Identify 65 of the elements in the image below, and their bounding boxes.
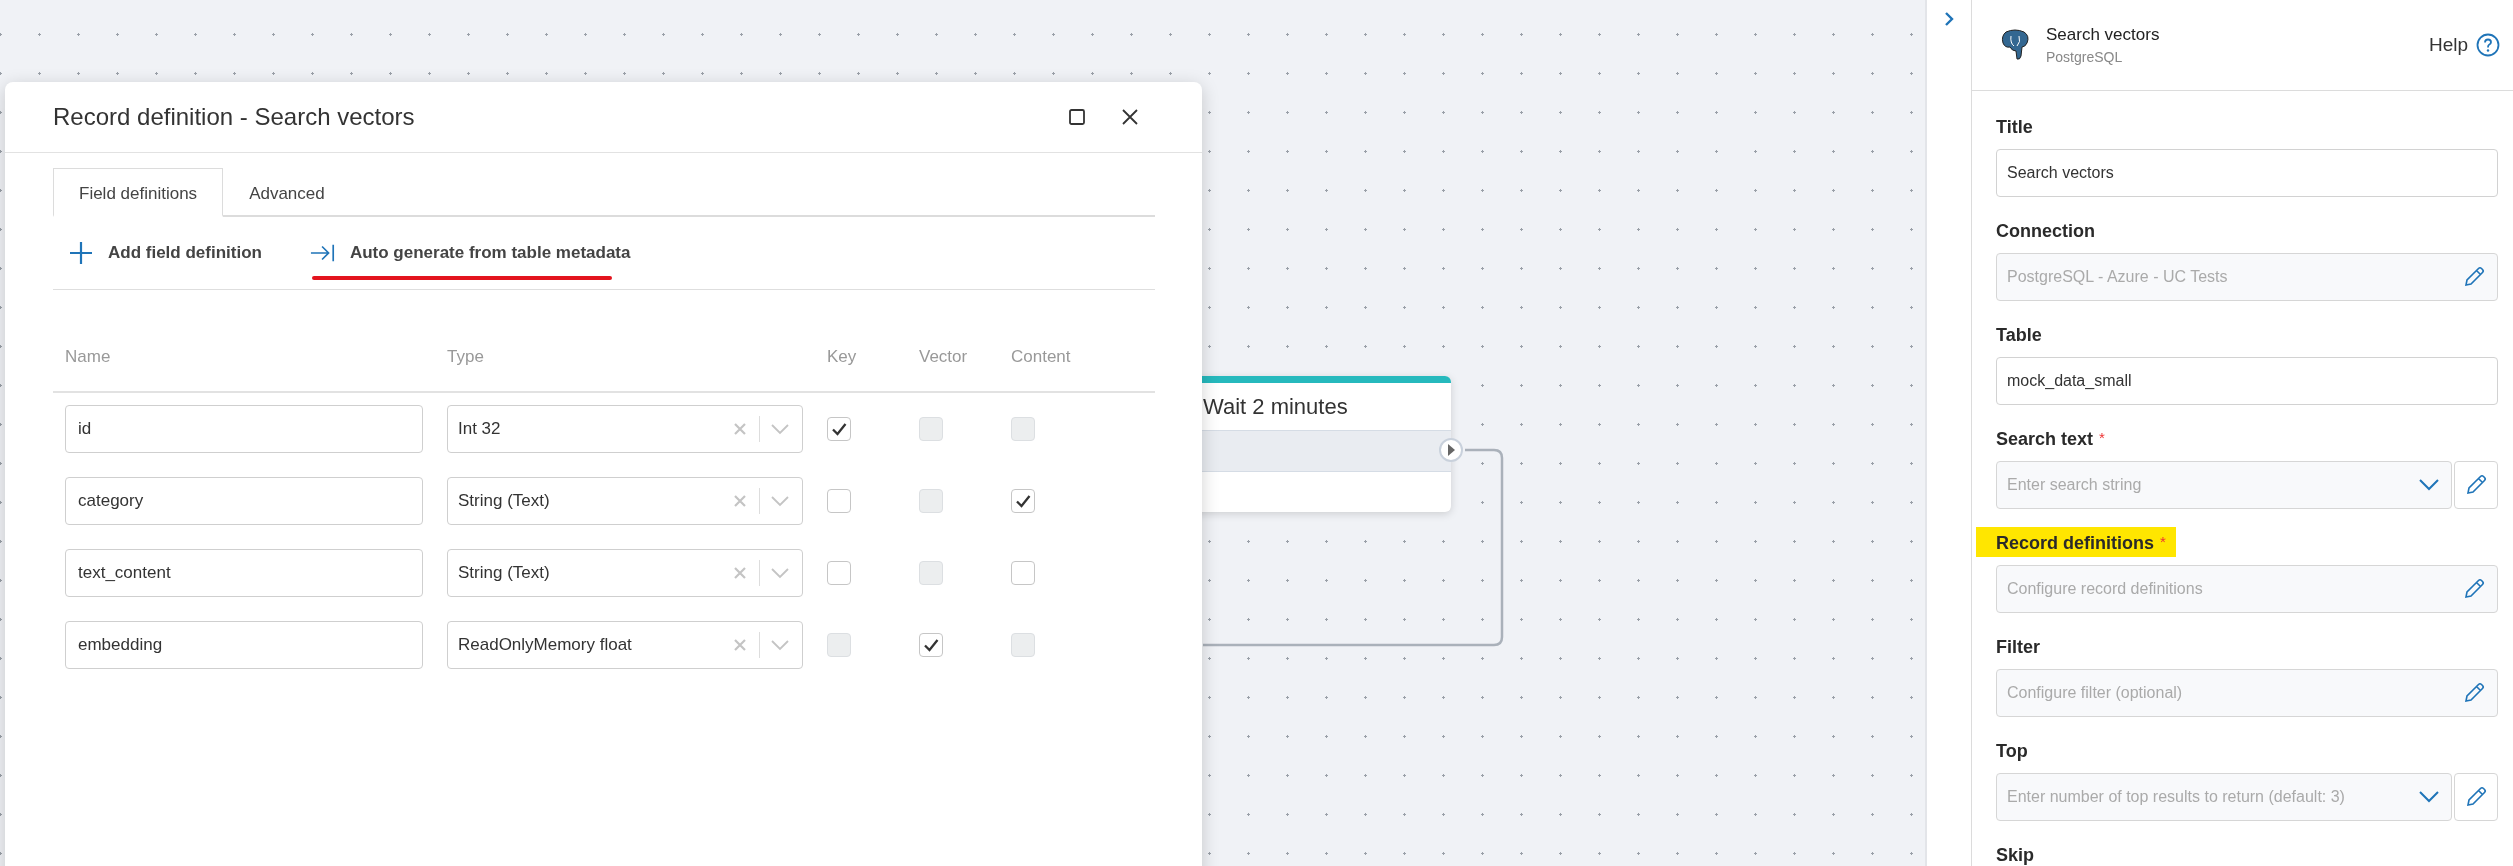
checkbox[interactable] [1011,489,1035,513]
help-icon [2476,33,2500,57]
type-select[interactable]: String (Text) [447,477,803,525]
close-icon[interactable] [1120,107,1140,127]
name-input[interactable]: id [65,405,423,453]
pencil-icon[interactable] [2462,577,2486,601]
elephant-icon [2000,29,2030,61]
node-type: PostgreSQL [2046,49,2124,65]
output-port-icon[interactable] [1438,437,1464,463]
node-title: Wait 2 minutes [1202,393,1349,421]
name-input[interactable]: embedding [65,621,423,669]
edit-button[interactable] [2454,461,2498,509]
field-label: Title [1996,117,2033,138]
readonly-field[interactable]: PostgreSQL - Azure - UC Tests [1996,253,2498,301]
maximize-icon[interactable] [1067,107,1087,127]
pencil-icon[interactable] [2462,681,2486,705]
auto-generate-button[interactable]: Auto generate from table metadata [309,240,631,266]
edit-button[interactable] [2454,773,2498,821]
checkbox[interactable] [919,633,943,657]
checkbox[interactable] [1011,561,1035,585]
pencil-icon [2464,785,2488,809]
readonly-field[interactable]: Configure filter (optional) [1996,669,2498,717]
field-label: Top [1996,741,2028,762]
tab[interactable]: Advanced [223,170,351,217]
add-field-button[interactable]: Add field definition [68,240,262,266]
checkbox[interactable] [827,417,851,441]
required-mark: * [2099,429,2105,446]
field-label: Table [1996,325,2042,346]
dialog-title: Record definition - Search vectors [53,103,416,131]
dropdown-field[interactable]: Enter search string [1996,461,2452,509]
pencil-icon [2464,473,2488,497]
field-label: Skip [1996,845,2034,866]
field-label: Record definitions [1996,533,2154,554]
type-select[interactable]: ReadOnlyMemory float [447,621,803,669]
column-header: Type [446,347,485,367]
clear-icon[interactable] [733,494,747,508]
tab[interactable]: Field definitions [53,168,224,217]
help-button[interactable]: Help [2428,33,2500,57]
name-input[interactable]: text_content [65,549,423,597]
node-name: Search vectors [2046,25,2161,45]
plus-icon [68,240,94,266]
type-select[interactable]: Int 32 [447,405,803,453]
column-header: Content [1010,347,1072,367]
column-header: Name [64,347,112,367]
column-header: Vector [918,347,969,367]
field-label: Filter [1996,637,2040,658]
pencil-icon[interactable] [2462,265,2486,289]
chevron-down-icon[interactable] [2418,790,2440,804]
type-select[interactable]: String (Text) [447,549,803,597]
chevron-right-icon[interactable] [1943,11,1955,27]
required-mark: * [2160,533,2166,550]
checkbox[interactable] [827,561,851,585]
dropdown-field[interactable]: Enter number of top results to return (default: 3) [1996,773,2452,821]
readonly-field[interactable]: Configure record definitions [1996,565,2498,613]
checkbox[interactable] [827,489,851,513]
name-input[interactable]: category [65,477,423,525]
column-header: Key [826,347,858,367]
field-label: Search text [1996,429,2094,450]
text-field[interactable]: mock_data_small [1996,357,2498,405]
chevron-down-icon[interactable] [2418,478,2440,492]
clear-icon[interactable] [733,638,747,652]
field-label: Connection [1996,221,2095,242]
clear-icon[interactable] [733,422,747,436]
clear-icon[interactable] [733,566,747,580]
text-field[interactable]: Search vectors [1996,149,2498,197]
